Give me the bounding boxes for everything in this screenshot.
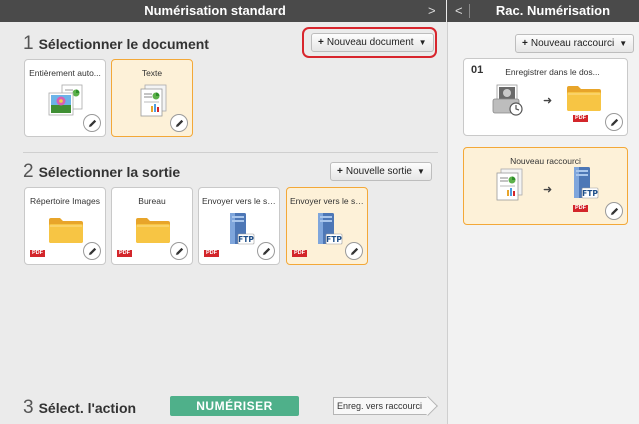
pdf-badge: PDF xyxy=(573,205,588,212)
plus-icon: + xyxy=(318,37,324,48)
save-to-shortcut-label: Enreg. vers raccourci xyxy=(337,401,423,411)
shortcut-label: Enregistrer dans le dos... xyxy=(505,67,600,77)
edit-pencil-icon[interactable] xyxy=(83,242,101,260)
output-card-ftp-2[interactable]: Envoyer vers le ser... PDF xyxy=(286,187,368,265)
step2-title: Sélectionner la sortie xyxy=(38,164,181,180)
folder-icon xyxy=(566,84,602,112)
text-document-icon xyxy=(138,84,168,118)
new-document-label: Nouveau document xyxy=(326,37,414,48)
step3-number: 3 xyxy=(23,397,34,418)
card-label: Bureau xyxy=(138,196,166,206)
shortcut-card-new[interactable]: Nouveau raccourci ➜ PDF xyxy=(463,147,628,225)
card-label: Répertoire Images xyxy=(30,196,100,206)
step2-number: 2 xyxy=(23,161,34,182)
output-card-desktop[interactable]: Bureau PDF xyxy=(111,187,193,265)
document-card-text[interactable]: Texte xyxy=(111,59,193,137)
pdf-badge: PDF xyxy=(292,250,307,257)
save-to-shortcut-button[interactable]: Enreg. vers raccourci xyxy=(333,397,428,415)
header-shortcuts: < Rac. Numérisation xyxy=(447,0,639,22)
ftp-server-icon xyxy=(225,212,255,246)
collapse-arrow-icon[interactable]: > xyxy=(428,0,436,21)
edit-pencil-icon[interactable] xyxy=(605,113,623,131)
output-card-images-folder[interactable]: Répertoire Images PDF xyxy=(24,187,106,265)
ftp-server-icon xyxy=(569,166,599,200)
step1-title: Sélectionner le document xyxy=(38,36,209,52)
new-output-button[interactable]: + Nouvelle sortie ▼ xyxy=(330,162,432,181)
text-document-icon xyxy=(494,168,524,202)
folder-icon xyxy=(48,216,84,244)
pdf-badge: PDF xyxy=(30,250,45,257)
expand-arrow-icon[interactable]: < xyxy=(455,0,463,21)
output-card-ftp-1[interactable]: Envoyer vers le ser... PDF xyxy=(198,187,280,265)
card-label: Entièrement auto... xyxy=(29,68,101,78)
pdf-badge: PDF xyxy=(117,250,132,257)
pdf-badge: PDF xyxy=(573,115,588,122)
folder-icon xyxy=(135,216,171,244)
plus-icon: + xyxy=(337,166,343,177)
standard-scan-pane: 1 Sélectionner le document + Nouveau docum… xyxy=(0,22,446,424)
document-card-auto[interactable]: Entièrement auto... xyxy=(24,59,106,137)
edit-pencil-icon[interactable] xyxy=(605,202,623,220)
step1-heading: 1 Sélectionner le document xyxy=(23,33,209,55)
step2-heading: 2 Sélectionner la sortie xyxy=(23,161,180,183)
edit-pencil-icon[interactable] xyxy=(257,242,275,260)
edit-pencil-icon[interactable] xyxy=(83,114,101,132)
plus-icon: + xyxy=(522,38,528,49)
new-shortcut-label: Nouveau raccourci xyxy=(530,38,615,49)
edit-pencil-icon[interactable] xyxy=(170,114,188,132)
photo-document-icon xyxy=(46,84,86,118)
edit-pencil-icon[interactable] xyxy=(345,242,363,260)
dropdown-caret-icon: ▼ xyxy=(417,167,425,176)
section-divider xyxy=(23,152,438,153)
new-output-label: Nouvelle sortie xyxy=(345,166,412,177)
card-label: Texte xyxy=(141,68,163,78)
arrow-right-icon: ➜ xyxy=(543,184,553,196)
shortcut-card-01[interactable]: 01 Enregistrer dans le dos... ➜ PDF xyxy=(463,58,628,136)
header-standard-scan: Numérisation standard > xyxy=(0,0,446,22)
card-label: Envoyer vers le ser... xyxy=(290,196,364,206)
dropdown-caret-icon: ▼ xyxy=(619,39,628,48)
step1-number: 1 xyxy=(23,33,34,54)
edit-pencil-icon[interactable] xyxy=(170,242,188,260)
dropdown-caret-icon: ▼ xyxy=(418,38,427,47)
shortcuts-pane: + Nouveau raccourci ▼ 01 Enregistrer dans … xyxy=(447,22,639,424)
step3-title: Sélect. l'action xyxy=(38,400,137,416)
ftp-server-icon xyxy=(313,212,343,246)
step3-heading: 3 Sélect. l'action xyxy=(23,397,136,419)
header-title-shortcuts: Rac. Numérisation xyxy=(495,3,611,18)
scanner-icon xyxy=(491,83,527,117)
header-title-standard: Numérisation standard xyxy=(144,3,286,18)
arrow-right-icon: ➜ xyxy=(543,95,553,107)
shortcut-number: 01 xyxy=(471,64,484,76)
new-shortcut-button[interactable]: + Nouveau raccourci ▼ xyxy=(515,34,635,53)
scan-button[interactable]: NUMÉRISER xyxy=(170,396,299,416)
new-document-button[interactable]: + Nouveau document ▼ xyxy=(311,33,434,52)
shortcut-label: Nouveau raccourci xyxy=(510,156,581,166)
card-label: Envoyer vers le ser... xyxy=(202,196,276,206)
pdf-badge: PDF xyxy=(204,250,219,257)
